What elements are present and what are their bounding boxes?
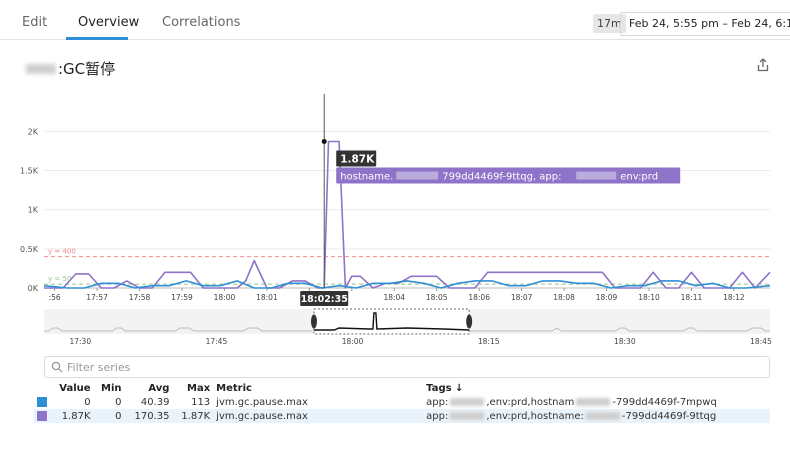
x-tick-label: 18:07 xyxy=(511,293,533,302)
share-icon[interactable] xyxy=(756,58,770,72)
series-line-purple[interactable] xyxy=(44,140,771,289)
x-tick-label: 18:12 xyxy=(723,293,745,302)
x-tick-label: 18:01 xyxy=(256,293,278,302)
x-tick-label: 17:57 xyxy=(86,293,108,302)
series-value: 1.87K xyxy=(50,409,94,423)
tooltip-series-mid: 799dd4469f-9ttqg, app: xyxy=(442,172,561,183)
header-min[interactable]: Min xyxy=(94,381,125,395)
navigator-tick-label: 18:30 xyxy=(614,337,636,346)
y-tick-label: 1.5K xyxy=(20,167,39,176)
tab-overview[interactable]: Overview xyxy=(78,15,139,30)
series-color-swatch xyxy=(37,410,47,421)
y-tick-label: 1K xyxy=(28,206,39,215)
redacted-text xyxy=(576,171,617,180)
tooltip-series-prefix: hostname. xyxy=(340,172,393,183)
navigator-tick-label: 18:00 xyxy=(342,337,364,346)
crosshair-time-label: 18:02:35 xyxy=(301,294,348,305)
series-max: 113 xyxy=(191,396,211,408)
filter-series-box[interactable] xyxy=(44,356,770,378)
x-tick-label: 18:06 xyxy=(468,293,490,302)
tab-bar: Edit Overview Correlations 17m Feb 24, 5… xyxy=(0,0,790,40)
search-icon xyxy=(51,361,63,373)
navigator-tick-label: 17:30 xyxy=(69,337,91,346)
y-tick-label: 2K xyxy=(28,127,39,136)
x-tick-label: 18:04 xyxy=(383,293,405,302)
navigator-tick-label: 17:45 xyxy=(206,337,228,346)
threshold-label: y = 400 xyxy=(48,248,76,256)
series-tags: app: ,env:prd,hostnam -799dd4469f-7mpwq xyxy=(426,396,717,408)
series-value: 0 xyxy=(84,396,91,408)
series-metric: jvm.gc.pause.max xyxy=(216,396,308,408)
x-tick-label: 18:10 xyxy=(638,293,660,302)
redacted-text xyxy=(26,63,56,74)
navigator-selection[interactable] xyxy=(313,308,470,335)
tab-correlations[interactable]: Correlations xyxy=(162,15,240,30)
redacted-text xyxy=(450,411,485,420)
series-tags: app: ,env:prd,hostname: -799dd4469f-9ttqg xyxy=(423,409,770,423)
navigator-handle-right[interactable] xyxy=(466,314,473,329)
widget-title-text: :GC暂停 xyxy=(58,60,116,78)
hover-point xyxy=(321,139,327,145)
widget-title: :GC暂停 xyxy=(26,58,115,79)
redacted-text xyxy=(396,171,439,180)
tooltip-value: 1.87K xyxy=(340,154,375,166)
series-color-swatch xyxy=(37,396,47,407)
series-max: 1.87K xyxy=(172,409,214,423)
time-range-picker[interactable]: Feb 24, 5:55 pm – Feb 24, 6:12 pm xyxy=(620,12,790,36)
header-metric[interactable]: Metric xyxy=(213,381,423,395)
header-value[interactable]: Value xyxy=(50,381,94,395)
series-metric: jvm.gc.pause.max xyxy=(213,409,424,423)
x-tick-label: 18:00 xyxy=(214,293,236,302)
active-tab-indicator xyxy=(66,37,128,40)
series-avg: 40.39 xyxy=(140,396,170,408)
legend-row-highlighted[interactable]: 1.87K 0 170.35 1.87K jvm.gc.pause.max ap… xyxy=(34,409,770,423)
y-tick-label: 0.5K xyxy=(20,245,39,254)
header-tags[interactable]: Tags ↓ xyxy=(423,381,770,395)
x-tick-label: 18:05 xyxy=(426,293,448,302)
navigator-handle-left[interactable] xyxy=(310,314,317,329)
x-tick-label: :56 xyxy=(49,293,61,302)
redacted-text xyxy=(585,411,620,420)
series-avg: 170.35 xyxy=(124,409,173,423)
header-max[interactable]: Max xyxy=(172,381,213,395)
series-legend-table: Value Min Avg Max Metric Tags ↓ 0 0 40.3… xyxy=(34,381,770,423)
navigator-tick-label: 18:15 xyxy=(478,337,500,346)
x-tick-label: 17:58 xyxy=(129,293,151,302)
y-tick-label: 0K xyxy=(28,284,39,293)
legend-row[interactable]: 0 0 40.39 113 jvm.gc.pause.max app: ,env:… xyxy=(34,395,770,409)
tooltip-series-suffix: env:prd xyxy=(620,172,658,183)
x-tick-label: 18:08 xyxy=(553,293,575,302)
series-min: 0 xyxy=(93,409,125,423)
redacted-text xyxy=(450,397,485,406)
timeseries-chart[interactable]: 0K0.5K1K1.5K2Ky = 400y = 50:56 17:57 17:58… xyxy=(0,80,790,350)
redacted-text xyxy=(576,397,611,406)
header-avg[interactable]: Avg xyxy=(125,381,173,395)
x-tick-label: 17:59 xyxy=(171,293,193,302)
x-tick-label: 18:11 xyxy=(681,293,703,302)
filter-series-input[interactable] xyxy=(67,359,757,375)
x-tick-label: 18:09 xyxy=(596,293,618,302)
series-min: 0 xyxy=(115,396,122,408)
navigator-tick-label: 18:45 xyxy=(750,337,772,346)
legend-header-row: Value Min Avg Max Metric Tags ↓ xyxy=(34,381,770,395)
tab-edit[interactable]: Edit xyxy=(22,15,47,30)
